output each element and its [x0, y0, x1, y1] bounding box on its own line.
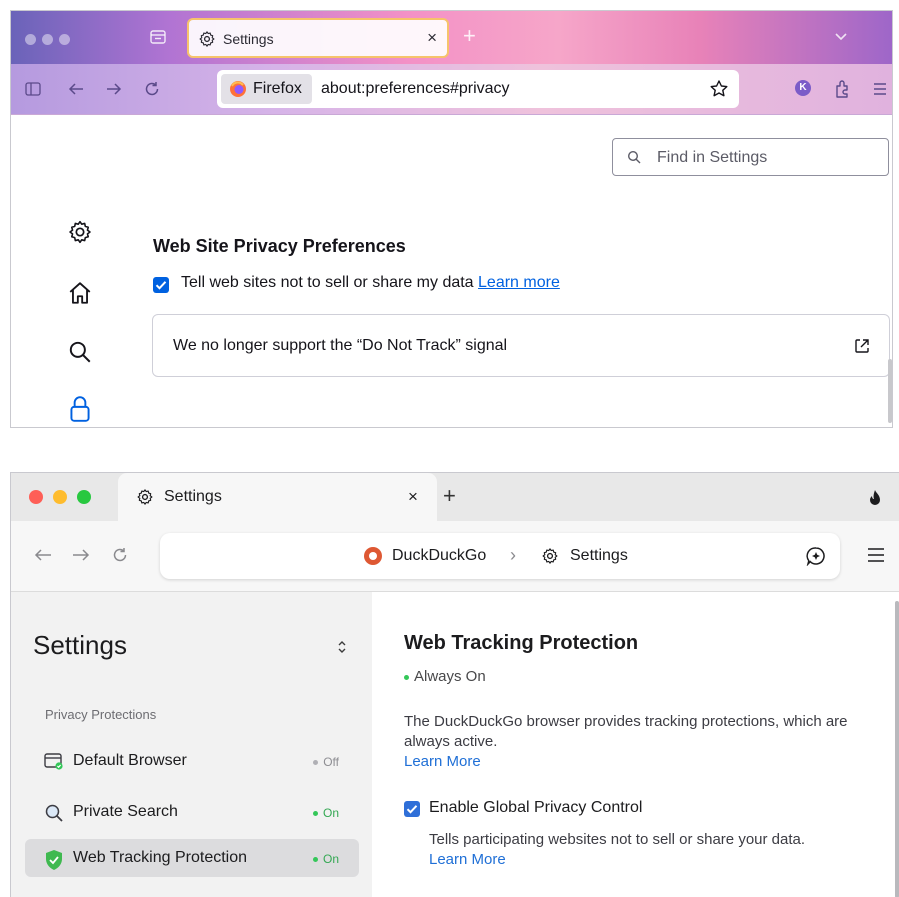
close-window-button[interactable]	[29, 490, 43, 504]
firefox-tab-bar: Settings × +	[11, 11, 892, 64]
duckduckgo-window: Settings × + DuckDuckGo › Settings Setti…	[10, 472, 899, 897]
search-placeholder: Find in Settings	[657, 149, 768, 166]
gpc-label[interactable]: Enable Global Privacy Control	[429, 799, 642, 817]
close-tab-button[interactable]: ×	[427, 28, 437, 48]
checkmark-icon	[406, 805, 418, 814]
identity-label: Firefox	[253, 80, 302, 97]
checkmark-icon	[155, 281, 167, 290]
tab-settings[interactable]: Settings ×	[118, 473, 437, 521]
address-site: DuckDuckGo	[392, 547, 487, 564]
status-text: Always On	[414, 668, 486, 685]
gpc-learn-more-link[interactable]: Learn More	[429, 851, 506, 868]
sidebar-item-private-search[interactable]: Private Search On	[25, 793, 359, 831]
sidebar-item-web-tracking-protection[interactable]: Web Tracking Protection On	[25, 839, 359, 877]
window-controls[interactable]	[25, 32, 76, 50]
search-icon[interactable]	[67, 339, 93, 365]
scrollbar[interactable]	[895, 601, 899, 897]
ddg-nav-bar: DuckDuckGo › Settings	[11, 521, 899, 592]
sidebar-title: Settings	[33, 630, 127, 660]
gpc-description-text: Tells participating websites not to sell…	[429, 831, 806, 848]
sidebar-item-label: Web Tracking Protection	[73, 849, 248, 866]
fire-icon[interactable]	[866, 489, 884, 509]
scrollbar[interactable]	[888, 359, 892, 423]
section-heading: Web Site Privacy Preferences	[153, 236, 406, 256]
chevron-down-icon[interactable]	[834, 29, 848, 43]
ddg-tab-bar: Settings × + DuckDuckGo › Settings	[11, 473, 899, 592]
checkbox-label: Tell web sites not to sell or share my d…	[181, 274, 560, 292]
gear-icon	[137, 489, 153, 505]
reload-icon[interactable]	[143, 80, 161, 98]
minimize-window-button[interactable]	[53, 490, 67, 504]
close-window-button[interactable]	[25, 34, 36, 45]
search-input[interactable]: Find in Settings	[612, 138, 889, 176]
sidebar-item-default-browser[interactable]: Default Browser Off	[25, 742, 359, 780]
shield-icon	[46, 850, 62, 870]
zoom-window-button[interactable]	[59, 34, 70, 45]
sidebar-item-label: Default Browser	[73, 752, 187, 769]
sidebar-toggle-icon[interactable]	[25, 81, 41, 97]
preferences-content: Find in Settings Web Site Privacy Prefer…	[11, 115, 892, 427]
menu-icon[interactable]	[873, 82, 887, 96]
url-bar[interactable]: Firefox about:preferences#privacy	[217, 70, 739, 108]
back-arrow-icon[interactable]	[67, 81, 85, 97]
dnt-notice-text: We no longer support the “Do Not Track” …	[173, 337, 508, 354]
firefox-nav-bar: Firefox about:preferences#privacy K	[11, 64, 892, 115]
chevron-updown-icon[interactable]	[337, 640, 347, 654]
firefox-window: Settings × + Firefox about:preferences#p…	[10, 10, 893, 428]
checkbox-label-text: Tell web sites not to sell or share my d…	[181, 274, 474, 291]
close-tab-button[interactable]: ×	[408, 487, 418, 507]
extensions-icon[interactable]	[834, 78, 852, 98]
gear-icon	[542, 548, 558, 564]
ai-chat-icon[interactable]	[806, 546, 826, 566]
home-icon[interactable]	[67, 280, 93, 306]
settings-main-pane: Web Tracking Protection Always On The Du…	[372, 592, 899, 897]
new-tab-button[interactable]: +	[443, 483, 456, 509]
tab-title: Settings	[164, 488, 222, 505]
description-text: The DuckDuckGo browser provides tracking…	[404, 713, 848, 750]
zoom-window-button[interactable]	[77, 490, 91, 504]
firefox-logo-icon	[230, 81, 246, 97]
browser-icon	[44, 753, 63, 770]
forward-arrow-icon[interactable]	[105, 81, 123, 97]
tab-settings[interactable]: Settings ×	[187, 18, 449, 58]
do-not-sell-checkbox[interactable]	[153, 277, 169, 293]
back-arrow-icon[interactable]	[33, 547, 53, 563]
bookmark-star-icon[interactable]	[709, 79, 729, 99]
forward-arrow-icon[interactable]	[71, 547, 91, 563]
settings-sidebar: Settings Privacy Protections Default Bro…	[11, 592, 373, 897]
tab-title: Settings	[223, 31, 274, 47]
chevron-right-icon: ›	[510, 545, 516, 565]
magnifier-icon	[45, 804, 63, 822]
search-icon	[627, 150, 641, 164]
learn-more-link[interactable]: Learn More	[404, 753, 481, 770]
minimize-window-button[interactable]	[42, 34, 53, 45]
gear-icon	[199, 31, 215, 47]
tab-manager-icon[interactable]	[149, 28, 167, 46]
status-badge: Always On	[404, 668, 486, 685]
status-badge: On	[312, 852, 339, 866]
learn-more-link[interactable]: Learn more	[478, 274, 560, 291]
url-text[interactable]: about:preferences#privacy	[321, 80, 510, 98]
gpc-description-block: Tells participating websites not to sell…	[429, 830, 829, 870]
duckduckgo-logo-icon	[364, 547, 382, 565]
sidebar-item-label: Private Search	[73, 803, 178, 820]
address-page: Settings	[570, 547, 628, 564]
status-badge: Off	[313, 755, 339, 769]
address-bar[interactable]: DuckDuckGo › Settings	[160, 533, 840, 579]
gpc-checkbox[interactable]	[404, 801, 420, 817]
description-block: The DuckDuckGo browser provides tracking…	[404, 712, 864, 772]
updown-arrows-icon	[338, 641, 346, 653]
account-avatar[interactable]: K	[795, 80, 811, 96]
identity-box[interactable]: Firefox	[221, 74, 312, 104]
lock-icon[interactable]	[67, 394, 93, 424]
sidebar-section-label: Privacy Protections	[45, 707, 157, 722]
status-badge: On	[312, 806, 339, 820]
external-link-icon[interactable]	[853, 337, 871, 355]
dnt-notice[interactable]: We no longer support the “Do Not Track” …	[152, 314, 890, 377]
reload-icon[interactable]	[111, 546, 129, 564]
menu-icon[interactable]	[867, 547, 885, 563]
page-title: Web Tracking Protection	[404, 632, 639, 654]
gear-icon[interactable]	[67, 219, 93, 245]
new-tab-button[interactable]: +	[463, 23, 476, 49]
